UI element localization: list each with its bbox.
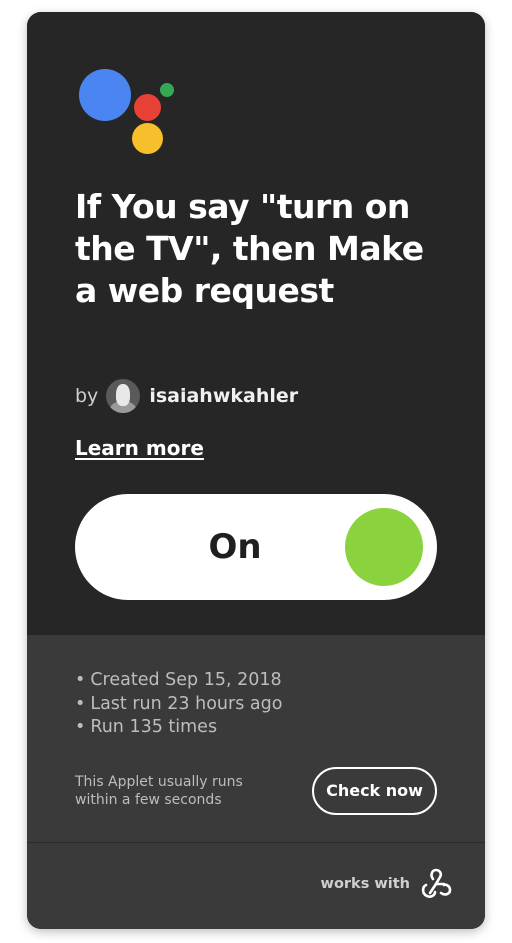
author-row: by isaiahwkahler <box>75 378 298 414</box>
author-username[interactable]: isaiahwkahler <box>149 385 298 407</box>
webhooks-icon[interactable] <box>419 867 453 901</box>
assistant-blue-dot <box>79 69 131 121</box>
by-label: by <box>75 385 99 407</box>
stat-last-run: Last run 23 hours ago <box>75 693 282 717</box>
assistant-green-dot <box>160 83 174 97</box>
applet-card: If You say "turn on the TV", then Make a… <box>27 12 485 929</box>
stat-run-count: Run 135 times <box>75 716 282 740</box>
stat-created: Created Sep 15, 2018 <box>75 669 282 693</box>
applet-title: If You say "turn on the TV", then Make a… <box>75 187 424 310</box>
works-with-label: works with <box>320 876 410 892</box>
assistant-yellow-dot <box>132 123 163 154</box>
google-assistant-icon <box>77 67 177 157</box>
assistant-red-dot <box>134 94 161 121</box>
applet-footer: works with <box>27 842 485 929</box>
avatar-face <box>116 384 131 406</box>
stats-list: Created Sep 15, 2018 Last run 23 hours a… <box>75 669 282 740</box>
applet-stats: Created Sep 15, 2018 Last run 23 hours a… <box>27 635 485 842</box>
applet-toggle[interactable]: On <box>75 494 437 600</box>
check-now-button[interactable]: Check now <box>312 767 437 815</box>
avatar[interactable] <box>106 379 141 413</box>
learn-more-link[interactable]: Learn more <box>75 436 204 460</box>
applet-header: If You say "turn on the TV", then Make a… <box>27 12 485 635</box>
toggle-knob[interactable] <box>345 508 423 586</box>
runs-note: This Applet usually runs within a few se… <box>75 774 243 808</box>
